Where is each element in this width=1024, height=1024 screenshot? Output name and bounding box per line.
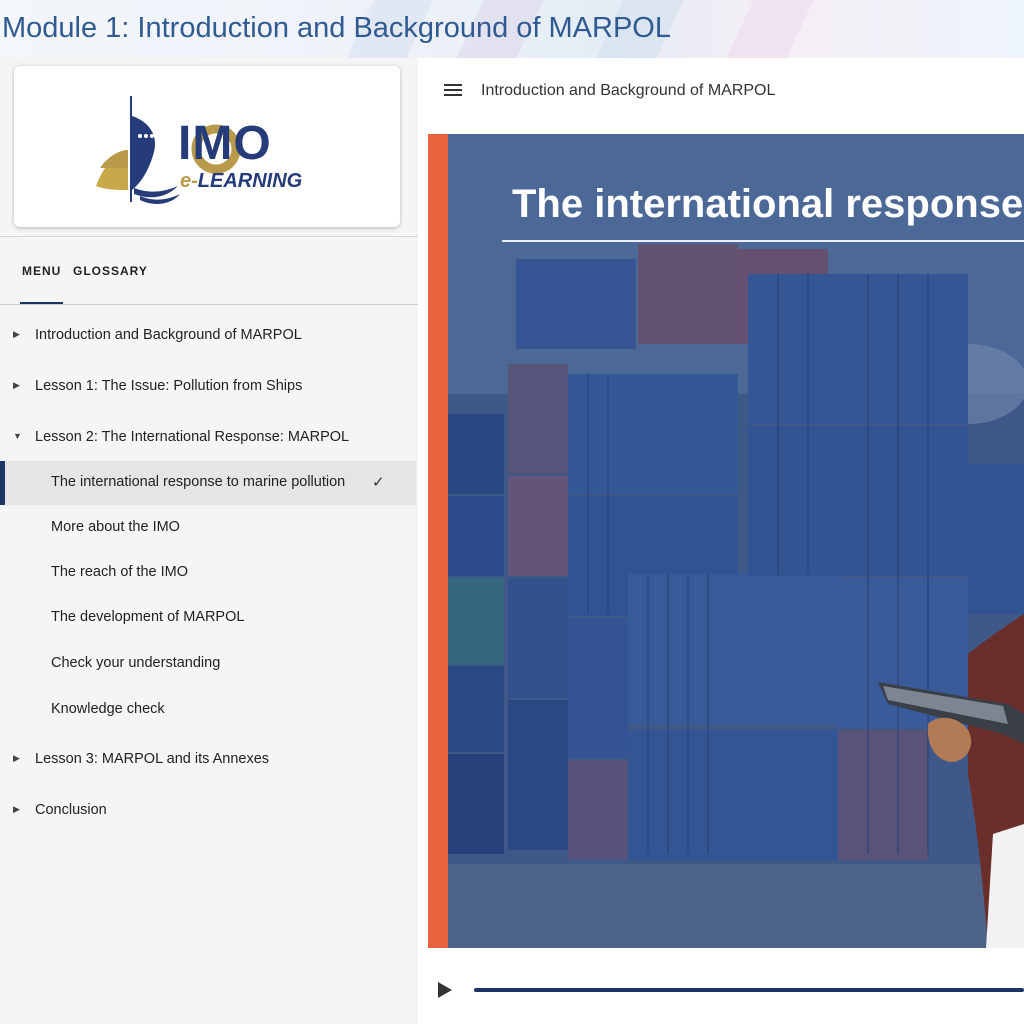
top-banner: Module 1: Introduction and Background of… (0, 0, 1024, 58)
nav-item-reach-of-imo[interactable]: The reach of the IMO (0, 551, 416, 595)
logo-wordmark: IMO (178, 117, 272, 170)
nav-item-label: Knowledge check (51, 701, 165, 717)
hamburger-icon[interactable] (444, 84, 462, 98)
nav-item-knowledge-check[interactable]: Knowledge check (0, 688, 416, 732)
nav-item-international-response[interactable]: The international response to marine pol… (0, 461, 416, 505)
nav-item-development-of-marpol[interactable]: The development of MARPOL (0, 596, 416, 640)
nav-item-label: More about the IMO (51, 519, 180, 535)
play-icon[interactable] (438, 982, 452, 998)
slide-heading: The international response to marine pol… (512, 182, 1024, 226)
nav-section-label: Introduction and Background of MARPOL (35, 327, 302, 343)
media-player-controls (418, 970, 1024, 1010)
caret-down-icon: ▼ (13, 431, 22, 441)
caret-right-icon: ▶ (13, 380, 20, 390)
nav-section-conclusion[interactable]: ▶ Conclusion (0, 789, 416, 833)
nav-item-label: The development of MARPOL (51, 609, 245, 625)
banner-decoration (726, 0, 814, 58)
nav-item-label: Check your understanding (51, 655, 221, 671)
nav-section-label: Lesson 2: The International Response: MA… (35, 429, 350, 445)
caret-right-icon: ▶ (13, 753, 20, 763)
active-item-indicator (0, 461, 5, 505)
nav-item-check-understanding[interactable]: Check your understanding (0, 642, 416, 686)
nav-section-introduction[interactable]: ▶ Introduction and Background of MARPOL (0, 314, 416, 358)
caret-right-icon: ▶ (13, 329, 20, 339)
nav-section-label: Lesson 1: The Issue: Pollution from Ship… (35, 378, 303, 394)
main-content: Introduction and Background of MARPOL Th… (418, 58, 1024, 1024)
nav-section-lesson-2[interactable]: ▼ Lesson 2: The International Response: … (0, 416, 416, 460)
nav-section-label: Lesson 3: MARPOL and its Annexes (35, 751, 270, 767)
divider (0, 304, 418, 305)
divider (0, 236, 418, 237)
slide-media: The international response to marine pol… (428, 134, 1024, 948)
container-yard-image (448, 134, 1024, 948)
check-icon: ✓ (372, 474, 385, 491)
nav-item-more-about-imo[interactable]: More about the IMO (0, 506, 416, 550)
nav-section-lesson-1[interactable]: ▶ Lesson 1: The Issue: Pollution from Sh… (0, 365, 416, 409)
caret-right-icon: ▶ (13, 804, 20, 814)
module-title: Module 1: Introduction and Background of… (2, 12, 671, 44)
slide-accent-bar (428, 134, 448, 948)
logo-subtitle: e-LEARNING (180, 170, 303, 192)
nav-item-label: The reach of the IMO (51, 564, 189, 580)
heading-underline (502, 240, 1024, 242)
logo-card: IMO e-LEARNING (14, 66, 400, 227)
nav-item-label: The international response to marine pol… (51, 474, 346, 490)
nav-section-lesson-3[interactable]: ▶ Lesson 3: MARPOL and its Annexes (0, 738, 416, 782)
tab-glossary[interactable]: GLOSSARY (73, 264, 148, 278)
sidebar: IMO e-LEARNING MENU GLOSSARY ▶ Introduct… (0, 58, 419, 1024)
tab-menu[interactable]: MENU (22, 264, 61, 278)
nav-section-label: Conclusion (35, 802, 107, 818)
lesson-title: Introduction and Background of MARPOL (481, 82, 776, 99)
sidebar-tabs: MENU GLOSSARY (0, 248, 418, 304)
progress-bar[interactable] (474, 988, 1024, 992)
